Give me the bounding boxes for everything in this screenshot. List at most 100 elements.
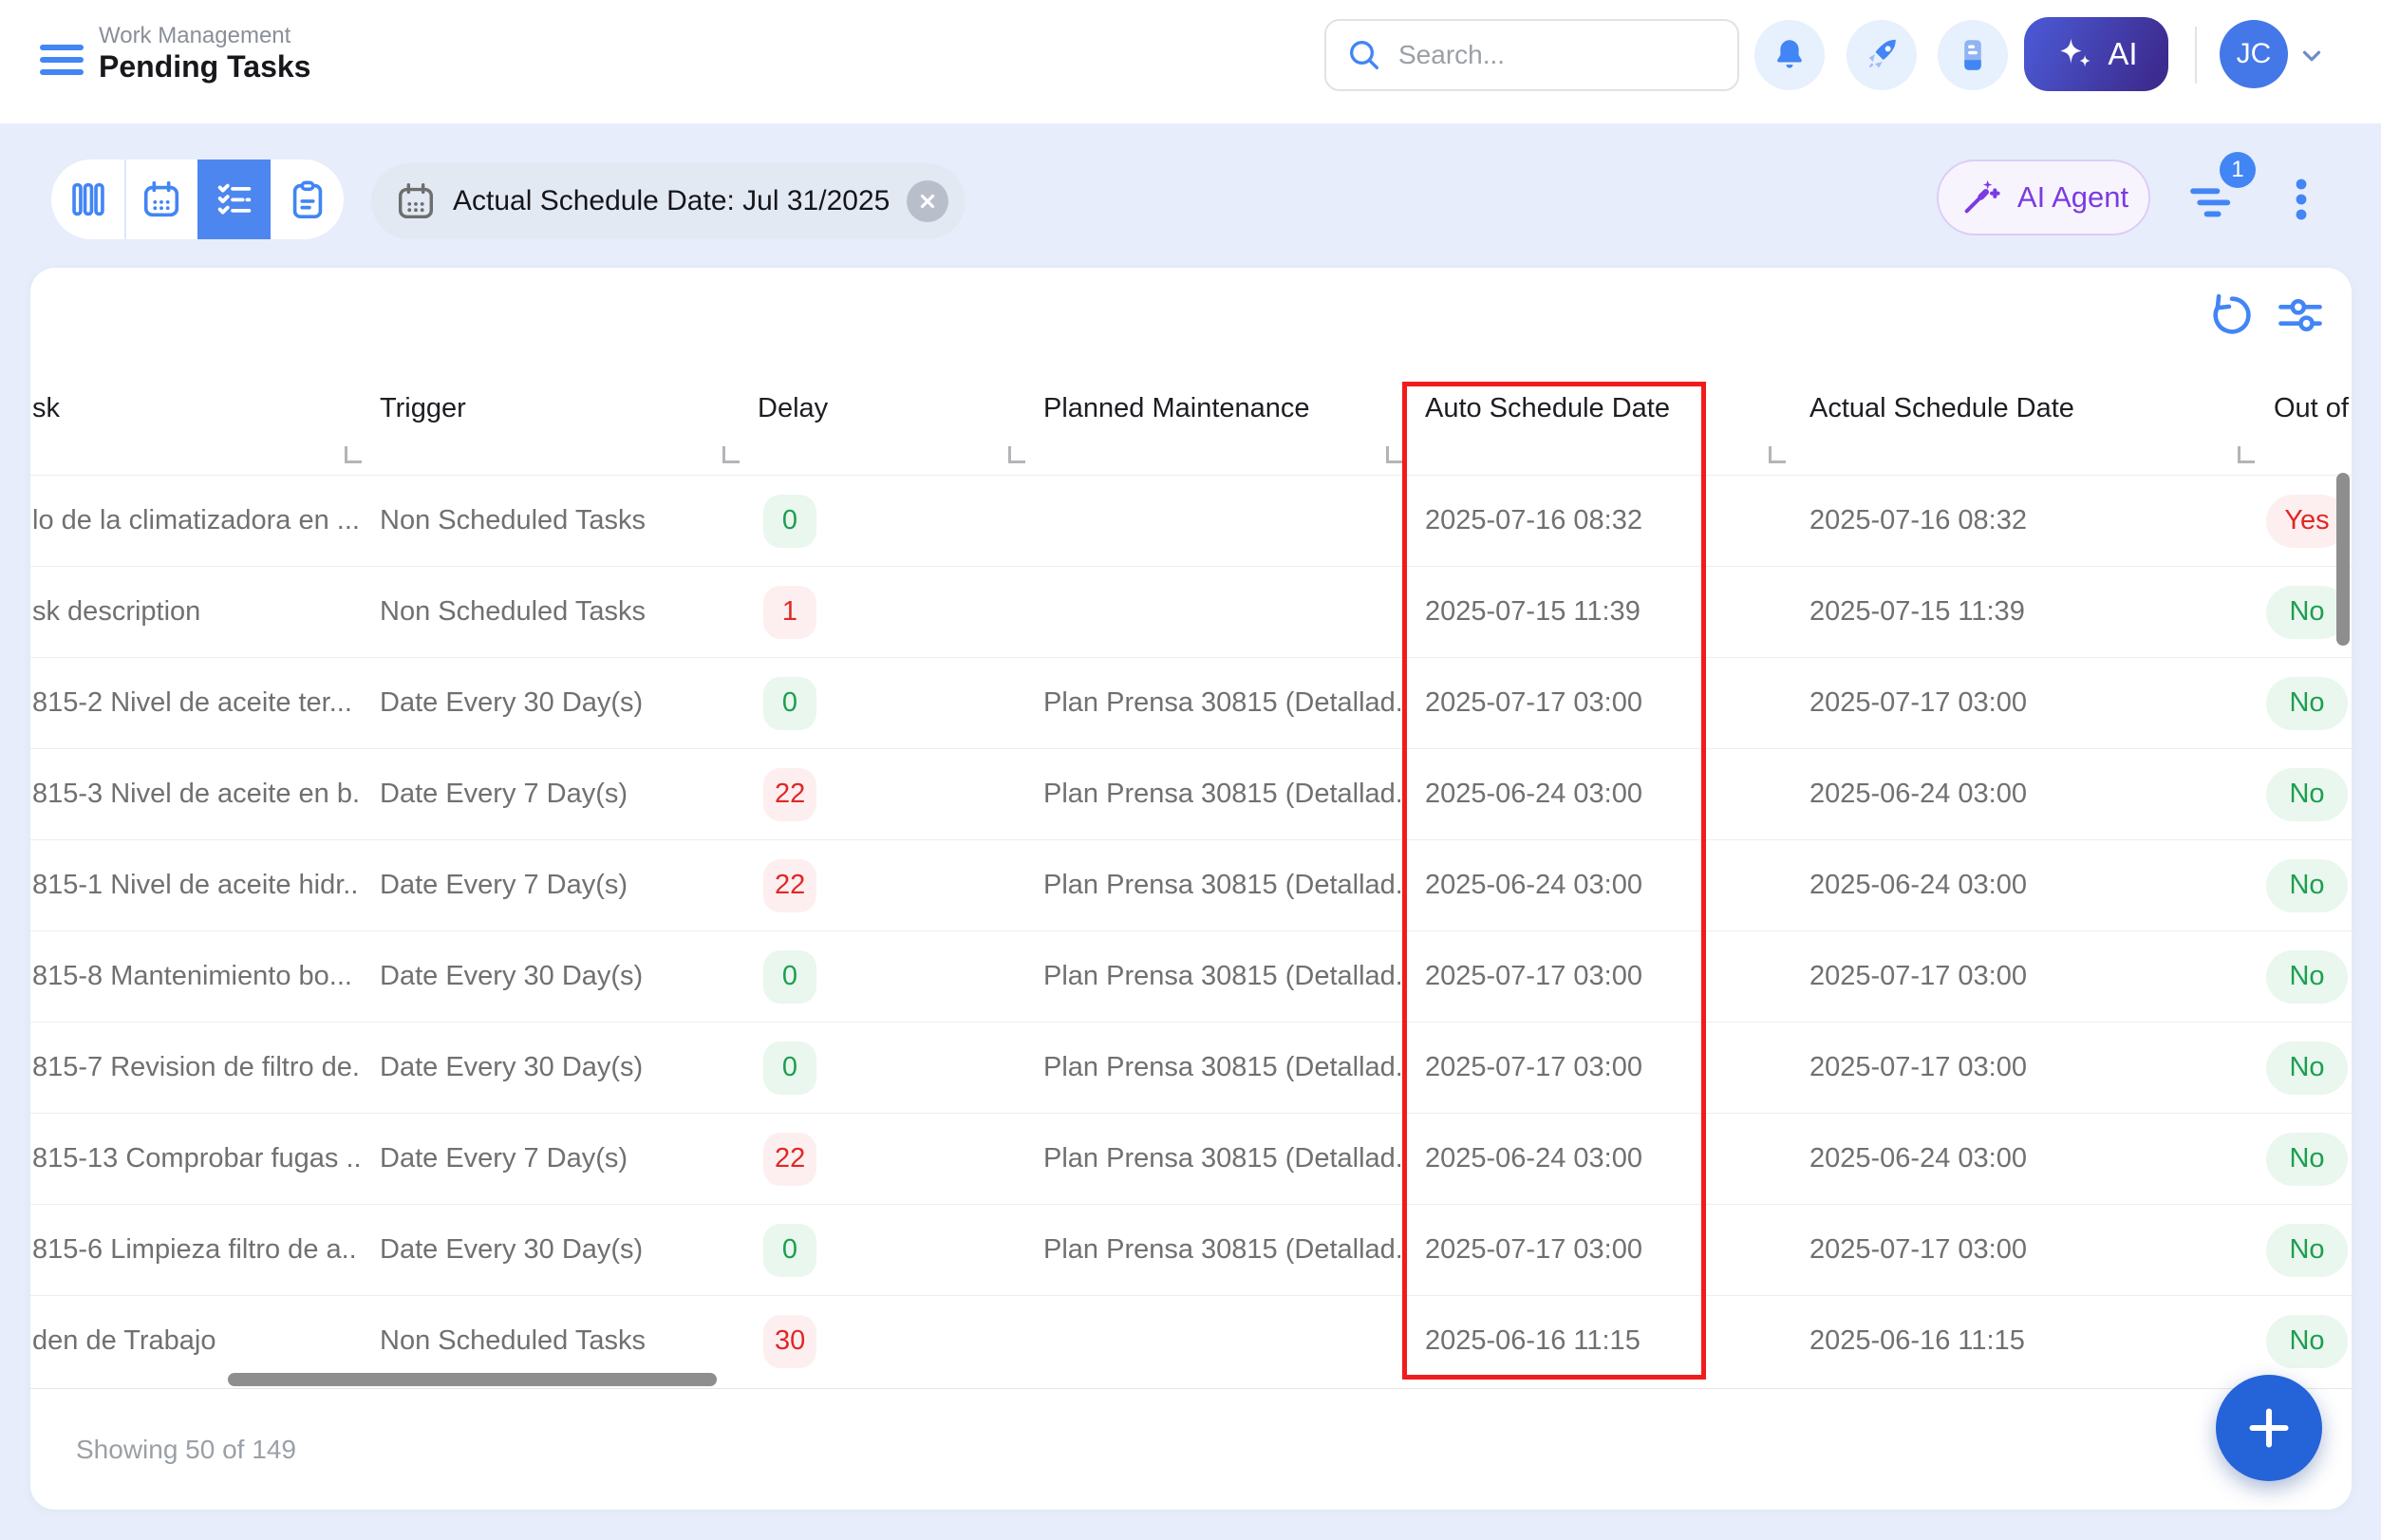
table-row[interactable]: lo de la climatizadora en ... Non Schedu… bbox=[30, 475, 2352, 566]
kanban-icon bbox=[66, 178, 110, 221]
ai-button-label: AI bbox=[2108, 36, 2137, 72]
out-of-badge: No bbox=[2266, 950, 2348, 1004]
trigger-cell: Non Scheduled Tasks bbox=[359, 476, 737, 566]
table-row[interactable]: 815-8 Mantenimiento bo... Date Every 30 … bbox=[30, 930, 2352, 1022]
trigger-cell: Date Every 30 Day(s) bbox=[359, 658, 737, 748]
out-of-cell: No bbox=[2252, 1023, 2352, 1113]
calendar-icon bbox=[394, 179, 438, 223]
bell-icon bbox=[1770, 35, 1809, 75]
column-header-task[interactable]: sk bbox=[30, 378, 359, 475]
column-resize-handle[interactable] bbox=[2238, 446, 2255, 463]
out-of-badge: No bbox=[2266, 768, 2348, 821]
task-cell: 815-3 Nivel de aceite en b... bbox=[30, 749, 359, 839]
trigger-cell: Date Every 7 Day(s) bbox=[359, 1114, 737, 1204]
table-row[interactable]: 815-1 Nivel de aceite hidr... Date Every… bbox=[30, 839, 2352, 930]
column-header-actual-schedule-date[interactable]: Actual Schedule Date bbox=[1783, 378, 2252, 475]
table-footer: Showing 50 of 149 bbox=[30, 1388, 2352, 1510]
view-toggle-group bbox=[51, 160, 344, 239]
task-cell: 815-13 Comprobar fugas ... bbox=[30, 1114, 359, 1204]
refresh-icon[interactable] bbox=[2207, 291, 2257, 340]
table-row[interactable]: sk description Non Scheduled Tasks 1 202… bbox=[30, 566, 2352, 657]
avatar[interactable]: JC bbox=[2220, 20, 2288, 88]
view-calendar-button[interactable] bbox=[124, 160, 197, 239]
ai-agent-button[interactable]: AI Agent bbox=[1937, 160, 2150, 235]
view-kanban-button[interactable] bbox=[51, 160, 124, 239]
delay-badge: 0 bbox=[763, 1224, 816, 1277]
auto-schedule-date-cell: 2025-06-16 11:15 bbox=[1400, 1296, 1783, 1386]
rocket-icon bbox=[1862, 35, 1902, 75]
column-header-planned-maintenance[interactable]: Planned Maintenance bbox=[1022, 378, 1400, 475]
ai-agent-label: AI Agent bbox=[2017, 180, 2128, 215]
checklist-icon bbox=[213, 178, 256, 221]
planned-maintenance-cell: Plan Prensa 30815 (Detallad... bbox=[1022, 931, 1400, 1022]
page-title: Pending Tasks bbox=[99, 49, 310, 85]
planned-maintenance-cell: Plan Prensa 30815 (Detallad... bbox=[1022, 840, 1400, 930]
table-row[interactable]: 815-7 Revision de filtro de... Date Ever… bbox=[30, 1022, 2352, 1113]
task-cell: 815-2 Nivel de aceite ter... bbox=[30, 658, 359, 748]
out-of-cell: No bbox=[2252, 1296, 2352, 1386]
out-of-badge: No bbox=[2266, 1224, 2348, 1277]
column-header-out-of[interactable]: Out of bbox=[2252, 378, 2352, 475]
delay-cell: 22 bbox=[737, 840, 1022, 930]
column-settings-icon[interactable] bbox=[2276, 291, 2325, 340]
out-of-cell: No bbox=[2252, 1114, 2352, 1204]
filters-button[interactable]: 1 bbox=[2184, 152, 2265, 237]
hamburger-menu-icon[interactable] bbox=[40, 38, 87, 84]
column-header-delay[interactable]: Delay bbox=[737, 378, 1022, 475]
planned-maintenance-cell bbox=[1022, 476, 1400, 566]
column-resize-handle[interactable] bbox=[722, 446, 740, 463]
trigger-cell: Non Scheduled Tasks bbox=[359, 567, 737, 657]
table-row[interactable]: 815-3 Nivel de aceite en b... Date Every… bbox=[30, 748, 2352, 839]
out-of-badge: No bbox=[2266, 1133, 2348, 1186]
table-row[interactable]: 815-13 Comprobar fugas ... Date Every 7 … bbox=[30, 1113, 2352, 1204]
table-row[interactable]: 815-2 Nivel de aceite ter... Date Every … bbox=[30, 657, 2352, 748]
delay-badge: 0 bbox=[763, 950, 816, 1004]
topbar-divider bbox=[2195, 27, 2197, 84]
out-of-badge: No bbox=[2266, 1042, 2348, 1095]
delay-badge: 22 bbox=[763, 1133, 816, 1186]
calendar-icon bbox=[140, 178, 183, 221]
task-cell: 815-7 Revision de filtro de... bbox=[30, 1023, 359, 1113]
delay-cell: 22 bbox=[737, 1114, 1022, 1204]
filter-chip-actual-schedule-date[interactable]: Actual Schedule Date: Jul 31/2025 bbox=[371, 163, 966, 239]
table-header-row: sk Trigger Delay Planned Maintenance Aut… bbox=[30, 378, 2352, 475]
chevron-down-icon[interactable] bbox=[2297, 42, 2326, 70]
auto-schedule-date-cell: 2025-06-24 03:00 bbox=[1400, 1114, 1783, 1204]
trigger-cell: Date Every 7 Day(s) bbox=[359, 840, 737, 930]
column-resize-handle[interactable] bbox=[1008, 446, 1025, 463]
out-of-cell: No bbox=[2252, 1205, 2352, 1295]
delay-badge: 22 bbox=[763, 859, 816, 912]
vertical-scrollbar[interactable] bbox=[2336, 473, 2350, 646]
search-input[interactable] bbox=[1397, 39, 1685, 71]
whats-new-button[interactable] bbox=[1847, 20, 1917, 90]
delay-badge: 1 bbox=[763, 586, 816, 639]
planned-maintenance-cell: Plan Prensa 30815 (Detallad... bbox=[1022, 1205, 1400, 1295]
column-header-trigger[interactable]: Trigger bbox=[359, 378, 737, 475]
delay-cell: 0 bbox=[737, 658, 1022, 748]
task-cell: sk description bbox=[30, 567, 359, 657]
search-box[interactable] bbox=[1324, 19, 1739, 91]
column-resize-handle[interactable] bbox=[1769, 446, 1786, 463]
remove-filter-button[interactable] bbox=[907, 180, 948, 222]
auto-schedule-date-cell: 2025-07-16 08:32 bbox=[1400, 476, 1783, 566]
delay-badge: 22 bbox=[763, 768, 816, 821]
release-notes-button[interactable] bbox=[1938, 20, 2008, 90]
planned-maintenance-cell bbox=[1022, 567, 1400, 657]
column-header-auto-schedule-date[interactable]: Auto Schedule Date bbox=[1400, 378, 1783, 475]
ai-assistant-button[interactable]: AI bbox=[2024, 17, 2168, 91]
auto-schedule-date-cell: 2025-07-17 03:00 bbox=[1400, 658, 1783, 748]
planned-maintenance-cell: Plan Prensa 30815 (Detallad... bbox=[1022, 1114, 1400, 1204]
delay-badge: 0 bbox=[763, 677, 816, 730]
trigger-cell: Date Every 30 Day(s) bbox=[359, 931, 737, 1022]
more-options-button[interactable] bbox=[2278, 173, 2324, 226]
column-resize-handle[interactable] bbox=[345, 446, 362, 463]
view-clipboard-button[interactable] bbox=[271, 160, 344, 239]
column-resize-handle[interactable] bbox=[1386, 446, 1403, 463]
add-task-button[interactable] bbox=[2216, 1375, 2322, 1481]
notifications-button[interactable] bbox=[1754, 20, 1825, 90]
auto-schedule-date-cell: 2025-07-15 11:39 bbox=[1400, 567, 1783, 657]
avatar-initials: JC bbox=[2237, 38, 2272, 70]
horizontal-scrollbar[interactable] bbox=[228, 1373, 717, 1386]
view-list-button-active[interactable] bbox=[197, 160, 271, 239]
table-row[interactable]: 815-6 Limpieza filtro de a... Date Every… bbox=[30, 1204, 2352, 1295]
